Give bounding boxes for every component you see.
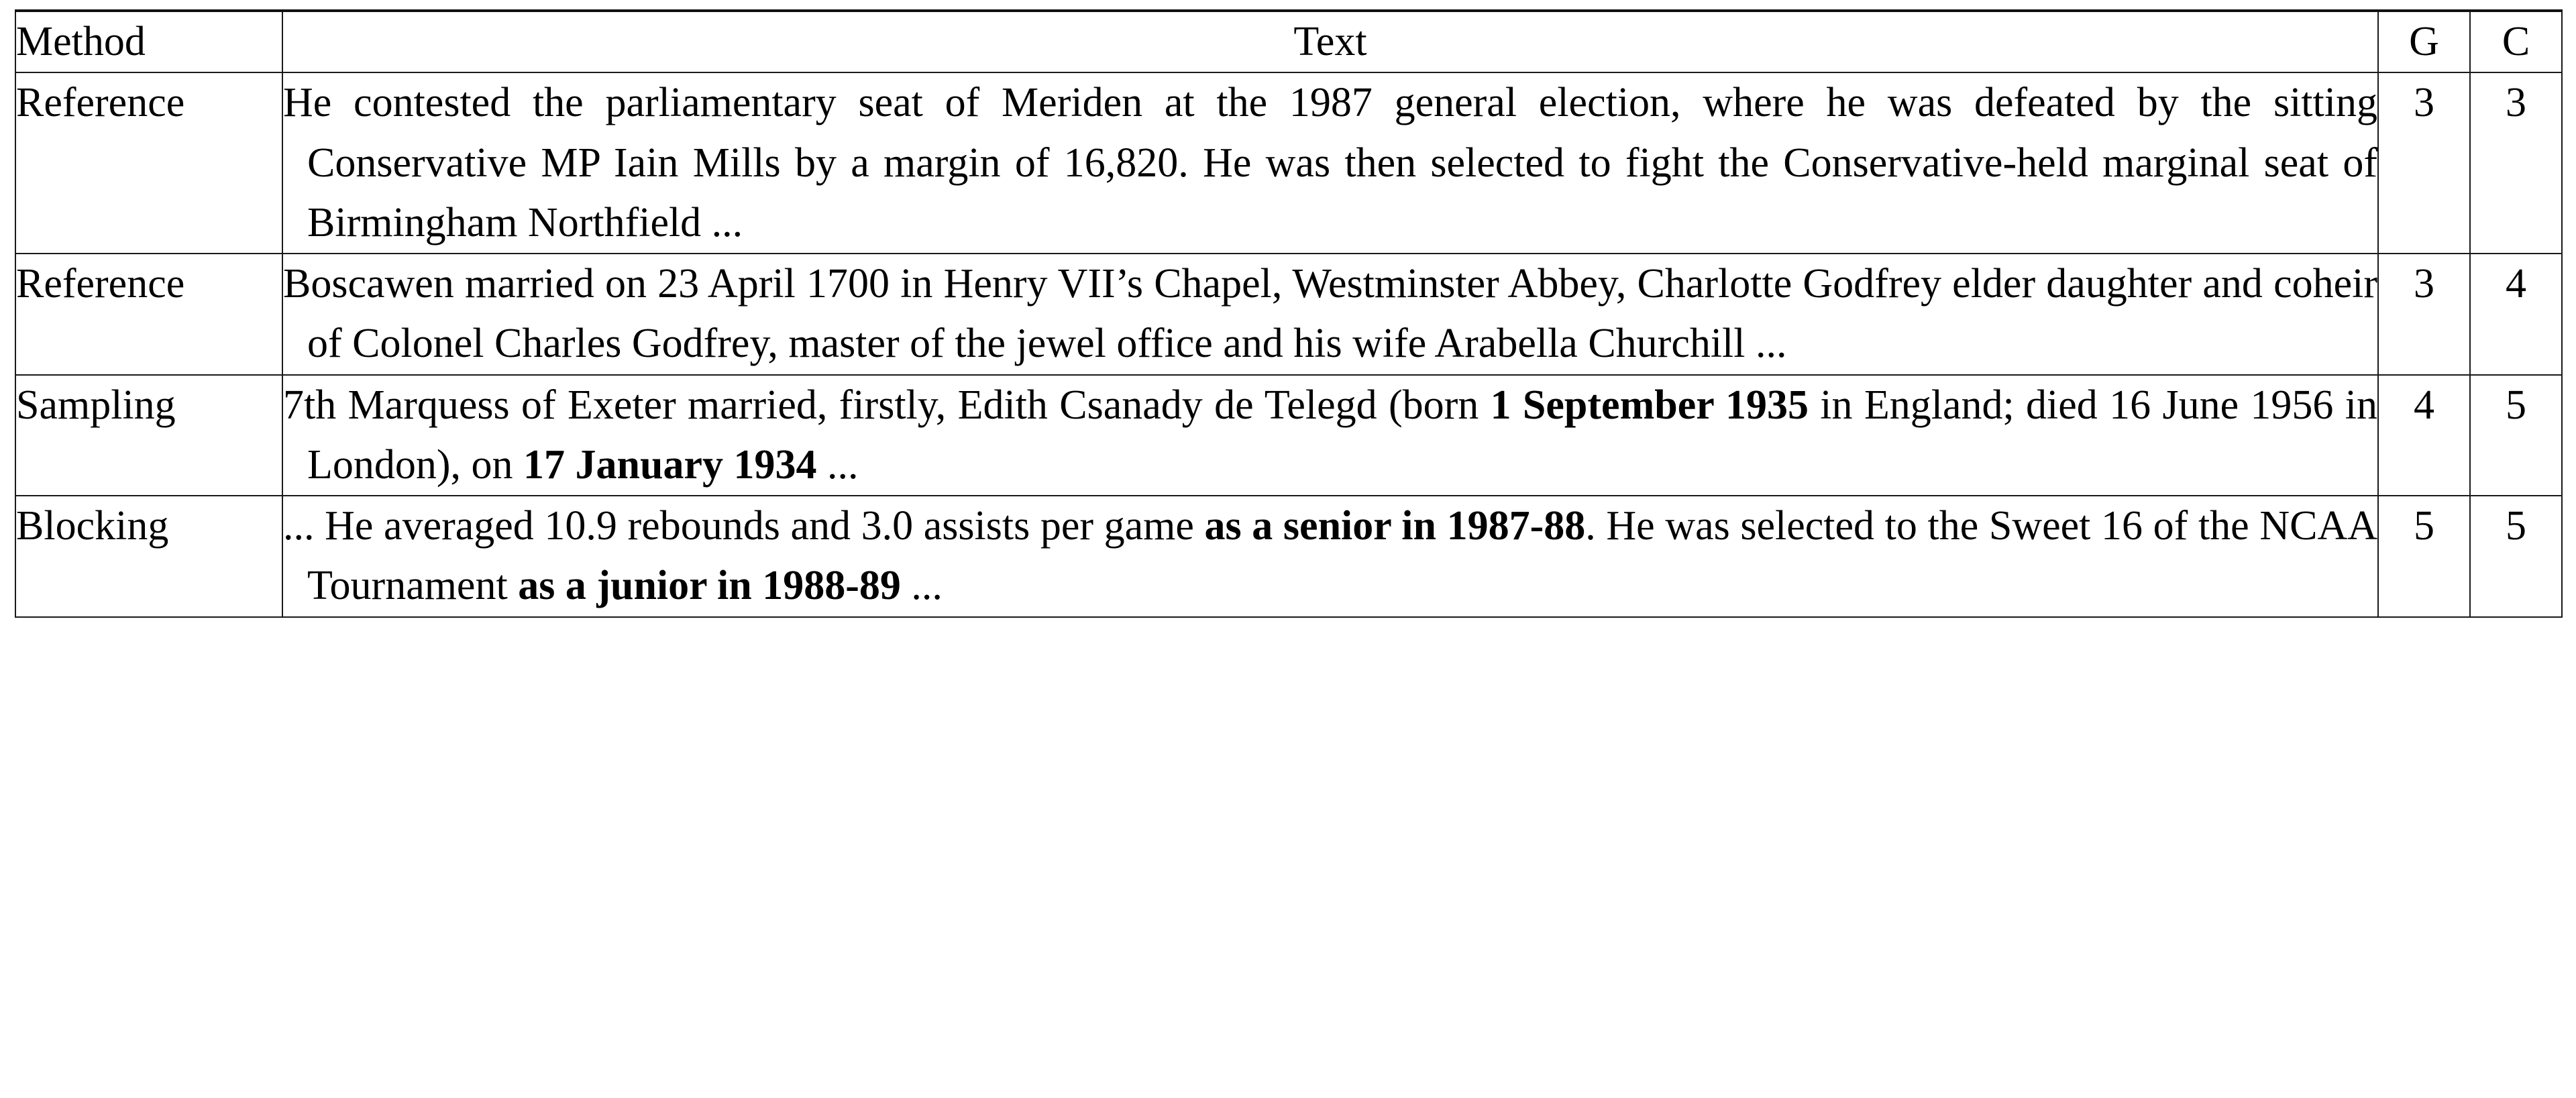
passage-text: ... He averaged 10.9 rebounds and 3.0 as… (283, 496, 2377, 616)
cell-score-c: 5 (2469, 374, 2563, 497)
column-header-method: Method (15, 9, 283, 74)
method-label: Reference (16, 80, 185, 126)
method-label: Sampling (16, 382, 176, 428)
highlighted-span: as a senior in 1987-88 (1204, 503, 1586, 549)
cell-score-g: 3 (2377, 253, 2471, 376)
passage-text: 7th Marquess of Exeter married, firstly,… (283, 376, 2377, 496)
highlighted-span: 17 January 1934 (523, 441, 817, 488)
table-row: Reference He contested the parliamentary … (15, 72, 2563, 255)
results-table: Method Text G C Reference He contested th… (15, 9, 2563, 618)
table-figure: Method Text G C Reference He contested th… (0, 0, 2576, 1098)
method-label: Blocking (16, 503, 169, 549)
cell-score-c: 5 (2469, 495, 2563, 618)
column-header-text: Text (282, 9, 2379, 74)
header-row: Method Text G C (15, 9, 2563, 74)
cell-score-g: 5 (2377, 495, 2471, 618)
plain-span: Boscawen married on 23 April 1700 in Hen… (283, 261, 2377, 367)
plain-span: 7th Marquess of Exeter married, firstly,… (283, 382, 1491, 428)
cell-score-g: 3 (2377, 72, 2471, 255)
plain-span: He contested the parliamentary seat of M… (283, 80, 2377, 245)
plain-span: ... He averaged 10.9 rebounds and 3.0 as… (283, 503, 1205, 549)
cell-text: He contested the parliamentary seat of M… (282, 72, 2379, 255)
cell-text: ... He averaged 10.9 rebounds and 3.0 as… (282, 495, 2379, 618)
cell-score-c: 3 (2469, 72, 2563, 255)
table-row: Blocking ... He averaged 10.9 rebounds an… (15, 495, 2563, 618)
table-row: Sampling 7th Marquess of Exeter married, … (15, 374, 2563, 497)
table-row: Reference Boscawen married on 23 April 17… (15, 253, 2563, 376)
plain-span: ... (900, 563, 943, 609)
cell-text: 7th Marquess of Exeter married, firstly,… (282, 374, 2379, 497)
column-header-c: C (2469, 9, 2563, 74)
passage-text: Boscawen married on 23 April 1700 in Hen… (283, 254, 2377, 374)
cell-score-g: 4 (2377, 374, 2471, 497)
cell-method: Blocking (15, 495, 283, 618)
cell-text: Boscawen married on 23 April 1700 in Hen… (282, 253, 2379, 376)
method-label: Reference (16, 261, 185, 307)
cell-method: Sampling (15, 374, 283, 497)
passage-text: He contested the parliamentary seat of M… (283, 73, 2377, 253)
cell-score-c: 4 (2469, 253, 2563, 376)
cell-method: Reference (15, 253, 283, 376)
highlighted-span: 1 September 1935 (1490, 382, 1809, 428)
table-header: Method Text G C (15, 9, 2563, 74)
plain-span: ... (816, 441, 859, 488)
column-header-g: G (2377, 9, 2471, 74)
cell-method: Reference (15, 72, 283, 255)
table-body: Reference He contested the parliamentary … (15, 72, 2563, 618)
highlighted-span: as a junior in 1988-89 (518, 563, 901, 609)
